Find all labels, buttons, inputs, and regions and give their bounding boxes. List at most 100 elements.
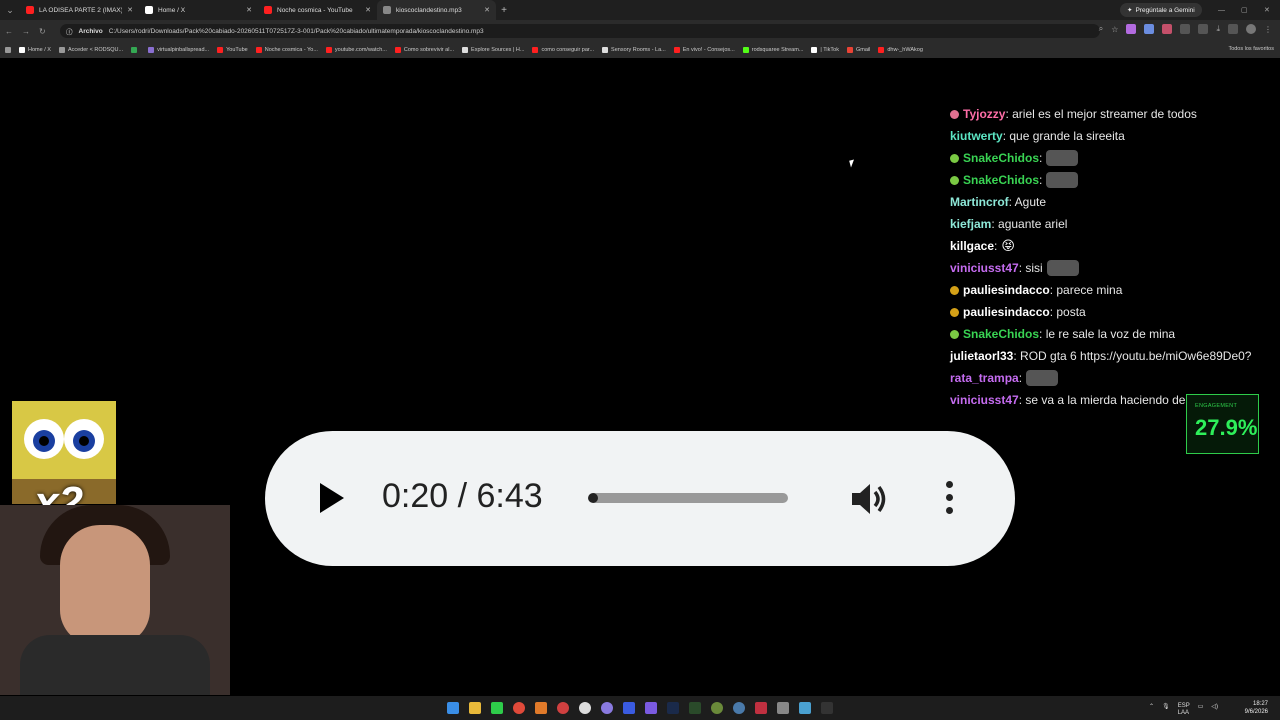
new-tab-button[interactable]: + [496, 5, 512, 16]
profile-avatar[interactable] [1246, 24, 1256, 34]
bookmark-item[interactable]: virtualpinballspread... [148, 47, 209, 53]
close-tab-icon[interactable]: ✕ [484, 6, 490, 14]
file-explorer-icon[interactable] [469, 702, 481, 714]
zoom-icon[interactable]: ⌕ [1099, 24, 1103, 34]
tab[interactable]: LA ODISEA PARTE 2 (IMAX) - Yo ✕ [20, 0, 139, 20]
bookmark-item[interactable]: Home / X [19, 47, 51, 53]
app-icon[interactable] [601, 702, 613, 714]
bookmark-item[interactable]: Sensory Rooms - La... [602, 47, 666, 53]
app-icon[interactable] [645, 702, 657, 714]
bookmark-item[interactable]: | TikTok [811, 47, 839, 53]
close-tab-icon[interactable]: ✕ [365, 6, 371, 14]
app-icon[interactable] [535, 702, 547, 714]
bookmark-item[interactable]: YouTube [217, 47, 248, 53]
tab-favicon-icon [383, 6, 391, 14]
chrome-active-icon[interactable] [557, 702, 569, 714]
bookmark-label: Acceder < RODSQU... [67, 47, 124, 53]
clock[interactable]: 18:27 9/6/2026 [1245, 700, 1268, 716]
sidepanel-icon[interactable] [1228, 24, 1238, 34]
reload-icon[interactable]: ↻ [39, 27, 46, 36]
app-icon[interactable] [755, 702, 767, 714]
photoshop-icon[interactable] [667, 702, 679, 714]
progress-slider[interactable] [588, 493, 788, 503]
extension-icon[interactable] [1180, 24, 1191, 34]
bookmark-item[interactable]: dhw-_hWAkog [878, 47, 923, 53]
bookmark-label: | TikTok [820, 47, 839, 53]
chat-badge-icon [950, 175, 959, 185]
bookmark-item[interactable] [131, 47, 140, 53]
tab[interactable]: Home / X ✕ [139, 0, 258, 20]
app-icon[interactable] [491, 702, 503, 714]
app-icon[interactable] [821, 702, 833, 714]
monitor-icon[interactable]: ▭ [1198, 703, 1204, 717]
streamer-shirt [20, 635, 210, 695]
bookmark-favicon-icon [462, 47, 469, 53]
menu-icon[interactable]: ⋮ [1264, 25, 1272, 34]
app-icon[interactable] [799, 702, 811, 714]
all-bookmarks[interactable]: Todos los favoritos [1228, 46, 1274, 52]
chat-text: : le re sale la voz de mina [1039, 327, 1176, 341]
chat-emote-icon [1046, 172, 1079, 188]
bookmark-item[interactable]: Gmail [846, 47, 870, 53]
bookmark-favicon-icon [217, 47, 224, 53]
app-icon[interactable] [579, 702, 591, 714]
bookmark-item[interactable]: como conseguir par... [532, 47, 594, 53]
bookmark-item[interactable]: youtube.com/watch... [325, 47, 387, 53]
chat-emote-icon [1046, 150, 1079, 166]
app-icon[interactable] [623, 702, 635, 714]
info-icon[interactable]: ⓘ [66, 26, 73, 36]
bookmark-label: Explore Sources | H... [471, 47, 525, 53]
bookmark-item[interactable]: En vivo! - Consejos... [673, 47, 735, 53]
bookmark-item[interactable]: Noche cosmica - Yo... [255, 47, 318, 53]
tab[interactable]: Noche cosmica - YouTube ✕ [258, 0, 377, 20]
chevron-up-icon[interactable]: ⌃ [1149, 703, 1154, 717]
forward-icon[interactable]: → [22, 27, 30, 36]
apps-icon[interactable] [5, 47, 11, 53]
minimize-button[interactable]: — [1218, 0, 1225, 20]
download-icon[interactable]: ⤓ [1216, 24, 1220, 34]
app-icon[interactable] [733, 702, 745, 714]
windows-taskbar: ⌃ 🎙 ESP LAA ▭ ◁) 18:27 9/6/2026 [0, 696, 1280, 720]
chrome-icon[interactable] [513, 702, 525, 714]
speaker-icon[interactable]: ◁) [1211, 703, 1218, 717]
tab-title: Noche cosmica - YouTube [277, 6, 353, 14]
bookmark-favicon-icon [878, 47, 885, 53]
app-icon[interactable] [711, 702, 723, 714]
toolbar-actions: ⌕ ☆ ⤓ ⋮ [1099, 24, 1272, 34]
chat-emote-icon [1046, 260, 1079, 276]
bookmark-item[interactable]: Como sobrevivir al... [394, 47, 454, 53]
extension-icon[interactable] [1162, 24, 1173, 34]
more-options-icon[interactable] [946, 481, 953, 520]
bookmark-favicon-icon [532, 47, 539, 53]
chat-message: viniciusst47: sisi [950, 257, 1270, 279]
back-icon[interactable]: ← [5, 27, 13, 36]
close-tab-icon[interactable]: ✕ [246, 6, 252, 14]
chat-message: killgace: 😝 [950, 235, 1270, 257]
bookmark-label: Sensory Rooms - La... [611, 47, 666, 53]
close-tab-icon[interactable]: ✕ [127, 6, 133, 14]
language-indicator[interactable]: ESP LAA [1178, 703, 1190, 717]
extension-icon[interactable] [1144, 24, 1155, 34]
volume-icon[interactable] [850, 479, 890, 519]
tab[interactable]: kioscoclandestino.mp3 ✕ [377, 0, 496, 20]
chat-badge-icon [950, 109, 959, 119]
tab-search-icon[interactable]: ⌄ [0, 0, 20, 20]
star-icon[interactable]: ☆ [1111, 25, 1118, 34]
gemini-button[interactable]: ✦ Pregúntale a Gemini [1120, 3, 1202, 17]
maximize-button[interactable]: ▢ [1241, 0, 1248, 20]
engagement-widget: ENGAGEMENT 27.9% [1186, 394, 1259, 454]
app-icon[interactable] [777, 702, 789, 714]
chat-emote-icon [1026, 370, 1059, 386]
start-icon[interactable] [447, 702, 459, 714]
play-button[interactable] [320, 483, 344, 513]
close-window-button[interactable]: ✕ [1264, 0, 1270, 20]
address-bar[interactable]: ⓘ Archivo C:/Users/rodri/Downloads/Pack%… [60, 24, 1100, 38]
extension-icon[interactable] [1126, 24, 1137, 34]
bookmark-item[interactable]: Acceder < RODSQU... [58, 47, 124, 53]
mic-icon[interactable]: 🎙 [1162, 703, 1170, 717]
app-icon[interactable] [689, 702, 701, 714]
chat-overlay: Tyjozzy: ariel es el mejor streamer de t… [950, 103, 1270, 411]
bookmark-item[interactable]: Explore Sources | H... [462, 47, 524, 53]
extensions-puzzle-icon[interactable] [1198, 24, 1209, 34]
bookmark-item[interactable]: rodsquaree Stream... [742, 47, 803, 53]
